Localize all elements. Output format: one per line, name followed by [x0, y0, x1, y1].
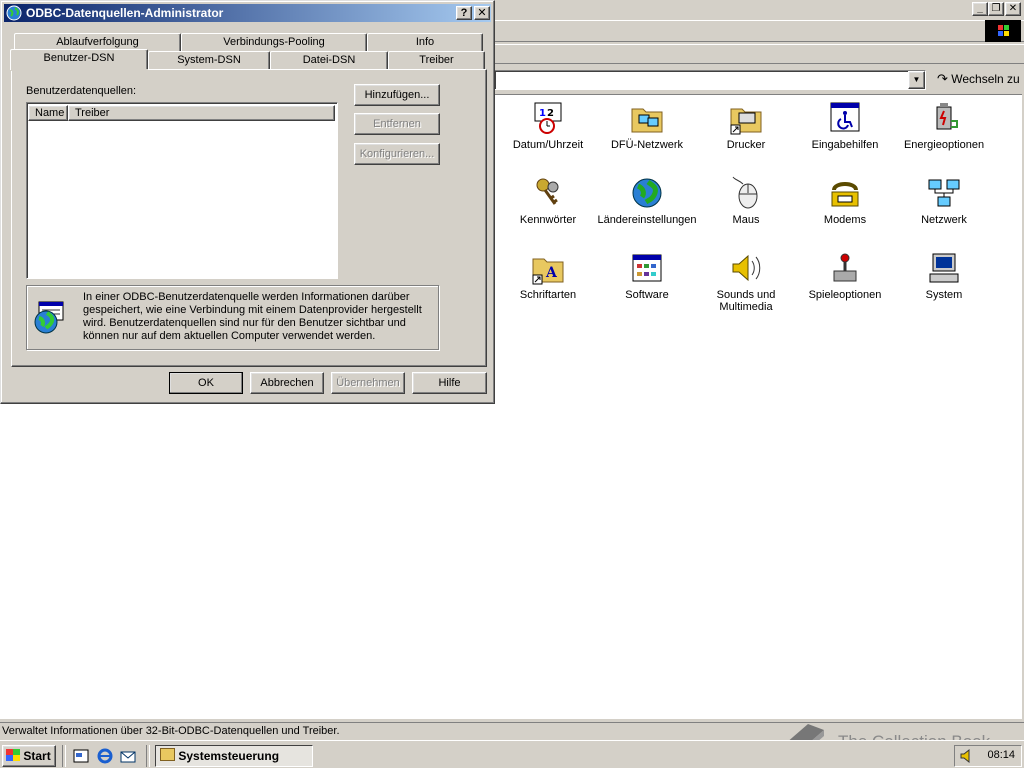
- close-icon[interactable]: ✕: [474, 6, 490, 20]
- menu-bar: [494, 20, 1024, 42]
- help-button[interactable]: Hilfe: [412, 372, 487, 394]
- cpl-item-label: DFÜ-Netzwerk: [610, 139, 684, 151]
- cancel-button[interactable]: Abbrechen: [250, 372, 324, 394]
- column-header-name[interactable]: Name: [28, 105, 68, 121]
- cpl-item-label: Schriftarten: [519, 289, 577, 301]
- cpl-item-power[interactable]: Energieoptionen: [894, 101, 994, 151]
- user-dsn-label: Benutzerdatenquellen:: [26, 85, 137, 97]
- cpl-item-label: Datum/Uhrzeit: [512, 139, 584, 151]
- active-tab-join: [11, 69, 148, 71]
- cpl-item-label: Sounds und Multimedia: [716, 289, 776, 313]
- show-desktop-icon[interactable]: [72, 747, 90, 765]
- windows-logo-icon: [985, 20, 1021, 42]
- cpl-item-label: System: [925, 289, 963, 301]
- cpl-item-software[interactable]: Software: [597, 251, 697, 301]
- cpl-item-mouse[interactable]: Maus: [696, 176, 796, 226]
- add-button[interactable]: Hinzufügen...: [354, 84, 440, 106]
- svg-text:2: 2: [547, 108, 554, 119]
- accessibility-icon: [828, 101, 862, 135]
- taskbar-separator: [146, 745, 150, 767]
- cpl-item-label: Netzwerk: [921, 214, 967, 226]
- volume-icon[interactable]: [959, 748, 975, 767]
- tab-info[interactable]: Info: [367, 33, 483, 51]
- windows-flag-icon: [6, 749, 20, 761]
- cpl-item-label: Spieleoptionen: [808, 289, 882, 301]
- chevron-down-icon[interactable]: ▼: [908, 71, 925, 89]
- cpl-item-game[interactable]: Spieleoptionen: [795, 251, 895, 301]
- remove-button[interactable]: Entfernen: [354, 113, 440, 135]
- cpl-item-accessibility[interactable]: Eingabehilfen: [795, 101, 895, 151]
- dialog-title: ODBC-Datenquellen-Administrator: [26, 6, 224, 20]
- address-input[interactable]: [494, 70, 926, 90]
- cpl-item-label: Software: [625, 289, 669, 301]
- mouse-icon: [729, 176, 763, 210]
- software-icon: [630, 251, 664, 285]
- cpl-item-sounds[interactable]: Sounds und Multimedia: [696, 251, 796, 313]
- odbc-info-icon: [33, 301, 67, 338]
- power-options-icon: [927, 101, 961, 135]
- configure-button[interactable]: Konfigurieren...: [354, 143, 440, 165]
- cpl-item-label: Maus: [732, 214, 760, 226]
- cpl-item-printers[interactable]: Drucker: [696, 101, 796, 151]
- go-label: Wechseln zu: [951, 72, 1020, 86]
- outlook-express-icon[interactable]: [119, 747, 137, 765]
- cpl-item-label: Modems: [823, 214, 867, 226]
- svg-text:A: A: [545, 265, 558, 281]
- go-button[interactable]: ↷ Wechseln zu: [934, 69, 1024, 91]
- apply-button[interactable]: Übernehmen: [331, 372, 405, 394]
- cpl-item-label: Ländereinstellungen: [597, 214, 697, 226]
- odbc-dialog: ODBC-Datenquellen-Administrator ? ✕ Abla…: [0, 0, 495, 404]
- speaker-icon: [729, 251, 763, 285]
- taskbar-item-systemsteuerung[interactable]: Systemsteuerung: [155, 745, 313, 767]
- cpl-item-passwords[interactable]: Kennwörter: [498, 176, 598, 226]
- printer-folder-icon: [729, 101, 763, 135]
- joystick-icon: [828, 251, 862, 285]
- toolbar-row: [494, 44, 1024, 64]
- go-arrow-icon: ↷: [937, 71, 948, 86]
- restore-icon[interactable]: ❐: [988, 2, 1004, 16]
- network-icon: [927, 176, 961, 210]
- cpl-item-network[interactable]: Netzwerk: [894, 176, 994, 226]
- tab-benutzer-dsn[interactable]: Benutzer-DSN: [10, 49, 148, 70]
- svg-text:1: 1: [539, 108, 546, 119]
- cpl-item-label: Kennwörter: [519, 214, 577, 226]
- cpl-item-fonts[interactable]: A Schriftarten: [498, 251, 598, 301]
- system-tray: 08:14: [954, 745, 1022, 767]
- cpl-item-label: Eingabehilfen: [811, 139, 879, 151]
- cpl-item-label: Energieoptionen: [903, 139, 985, 151]
- cpl-item-label: Drucker: [726, 139, 766, 151]
- keys-icon: [531, 176, 565, 210]
- odbc-globe-icon: [6, 5, 22, 26]
- help-icon[interactable]: ?: [456, 6, 472, 20]
- globe-icon: [630, 176, 664, 210]
- clock: 08:14: [987, 749, 1015, 761]
- fonts-folder-icon: A: [531, 251, 565, 285]
- modem-phone-icon: [828, 176, 862, 210]
- computer-icon: [927, 251, 961, 285]
- tab-datei-dsn[interactable]: Datei-DSN: [270, 51, 388, 69]
- ok-button[interactable]: OK: [169, 372, 243, 394]
- column-header-treiber[interactable]: Treiber: [68, 105, 335, 121]
- cpl-item-system[interactable]: System: [894, 251, 994, 301]
- dialog-titlebar[interactable]: ODBC-Datenquellen-Administrator ? ✕: [4, 4, 491, 22]
- cpl-item-date-time[interactable]: 12 Datum/Uhrzeit: [498, 101, 598, 151]
- control-panel-icon: [160, 748, 175, 761]
- tab-verbindungs-pooling[interactable]: Verbindungs-Pooling: [181, 33, 367, 51]
- taskbar: Start Systemsteuerung 08:14: [0, 740, 1024, 768]
- start-button[interactable]: Start: [2, 745, 56, 767]
- taskbar-separator: [62, 745, 66, 767]
- close-icon[interactable]: ✕: [1005, 2, 1021, 16]
- dialup-network-folder-icon: [630, 101, 664, 135]
- tab-treiber[interactable]: Treiber: [388, 51, 485, 69]
- info-text: In einer ODBC-Benutzerdatenquelle werden…: [83, 291, 422, 342]
- cpl-item-dialup[interactable]: DFÜ-Netzwerk: [597, 101, 697, 151]
- cpl-item-regional[interactable]: Ländereinstellungen: [597, 176, 697, 226]
- user-dsn-list[interactable]: Name Treiber: [26, 102, 338, 279]
- internet-explorer-icon[interactable]: [96, 747, 114, 765]
- minimize-icon[interactable]: _: [972, 2, 988, 16]
- tab-system-dsn[interactable]: System-DSN: [148, 51, 270, 69]
- cpl-item-modems[interactable]: Modems: [795, 176, 895, 226]
- clock-calendar-icon: 12: [531, 101, 565, 135]
